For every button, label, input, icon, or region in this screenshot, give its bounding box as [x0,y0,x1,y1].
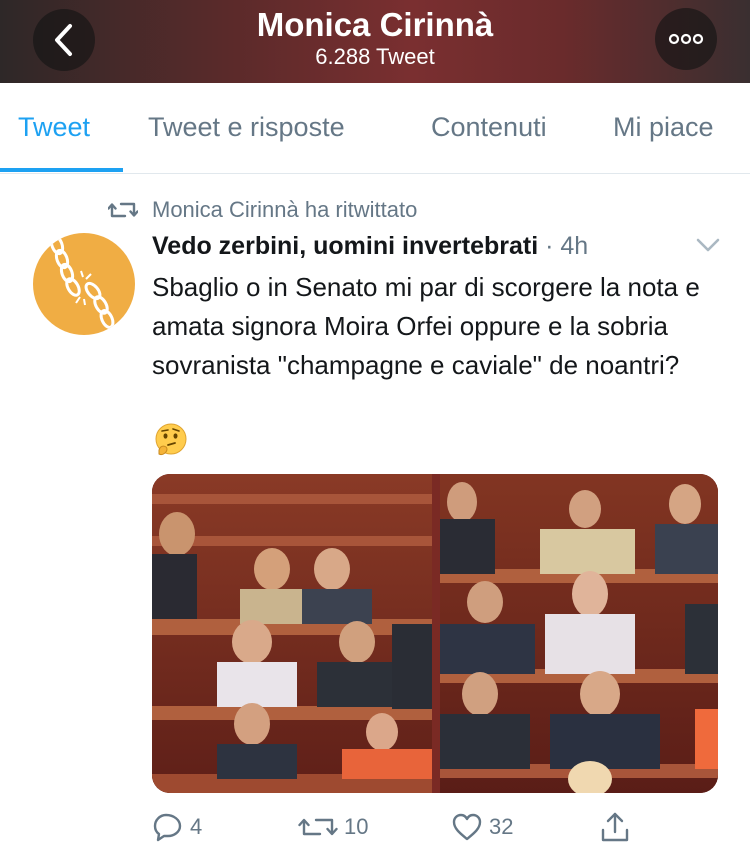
tab-mi-piace[interactable]: Mi piace [613,110,714,144]
retweet-button[interactable]: 10 [298,805,368,849]
reply-count: 4 [190,814,203,839]
retweet-count: 10 [344,814,369,839]
tweet-text: Sbaglio o in Senato mi par di scorgere l… [152,272,708,380]
share-button[interactable] [600,805,636,849]
tweet-time: · 4h [538,232,589,260]
media-photo-1[interactable] [152,474,432,793]
tweet-actions: 4 10 32 [0,805,750,849]
more-button[interactable] [655,8,717,70]
thinking-face-emoji [155,423,187,455]
profile-tabs: Tweet Tweet e risposte Contenuti Mi piac… [0,83,750,174]
retweeted-by-label: Monica Cirinnà ha ritwittato [152,197,418,222]
retweet-context[interactable]: Monica Cirinnà ha ritwittato [108,196,417,224]
tab-contenuti[interactable]: Contenuti [431,110,547,144]
tab-tweet[interactable]: Tweet [18,110,90,144]
tweet-media[interactable] [152,474,718,793]
profile-header: Monica Cirinnà 6.288 Tweet [0,0,750,83]
tweet-author-line[interactable]: Vedo zerbini, uomini invertebrati · 4h [152,230,588,262]
author-avatar[interactable] [33,233,135,335]
media-photo-2[interactable] [440,474,718,793]
share-icon [601,812,629,842]
tab-tweet-e-risposte[interactable]: Tweet e risposte [148,110,345,144]
chevron-down-icon[interactable] [695,236,721,254]
retweet-icon [108,202,138,218]
heart-icon [452,813,482,841]
author-name[interactable]: Vedo zerbini, uomini invertebrati [152,232,538,260]
like-count: 32 [489,814,514,839]
reply-icon [153,813,182,842]
broken-chain-icon [49,234,115,329]
like-button[interactable]: 32 [451,805,513,849]
active-tab-indicator [0,168,123,172]
tweet-count: 6.288 Tweet [315,44,435,69]
profile-name: Monica Cirinnà [256,6,494,43]
reply-button[interactable]: 4 [152,805,202,849]
retweet-icon [298,818,338,836]
ellipsis-icon [668,33,704,45]
